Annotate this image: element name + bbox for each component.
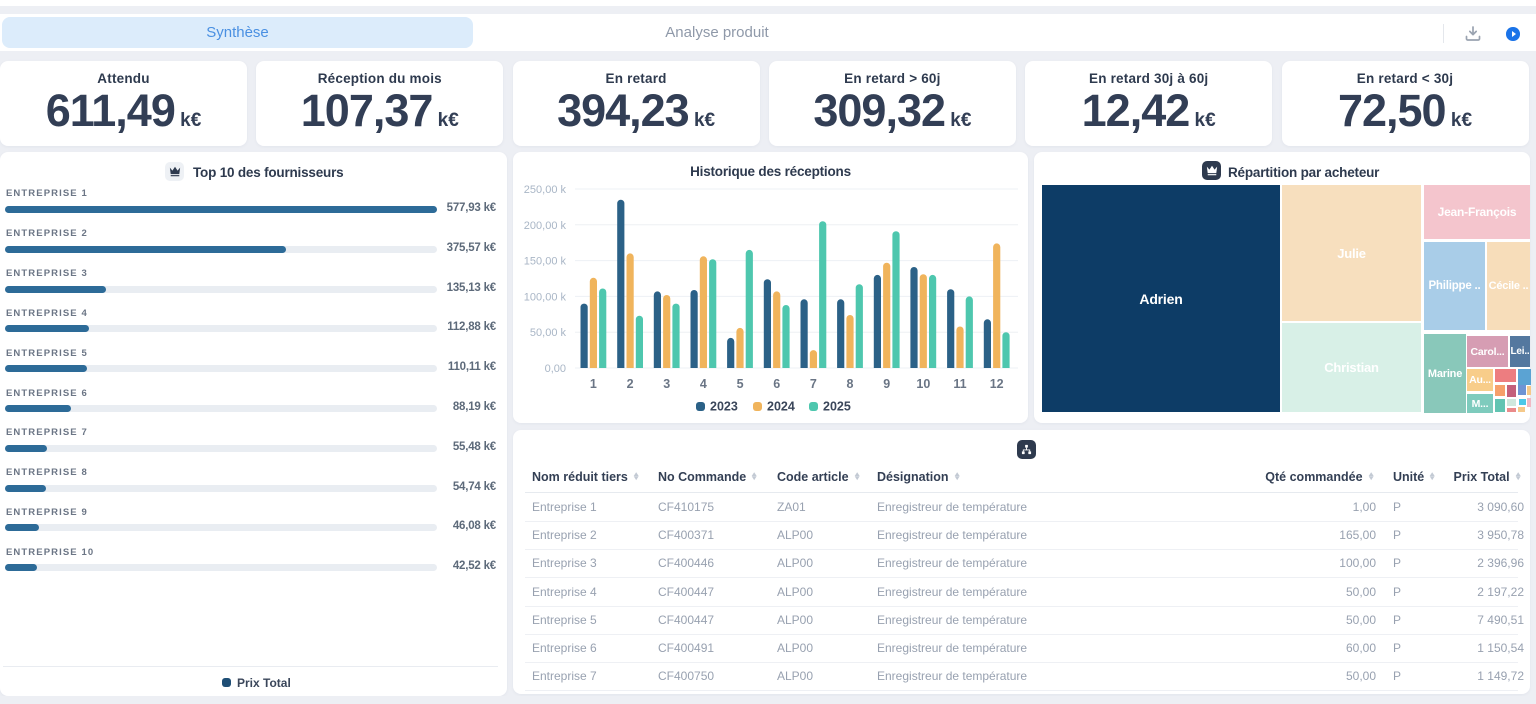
svg-text:0,00: 0,00 xyxy=(545,363,566,375)
svg-text:100,00 k: 100,00 k xyxy=(524,291,567,303)
svg-text:10: 10 xyxy=(916,377,930,391)
svg-text:200,00 k: 200,00 k xyxy=(524,220,567,232)
svg-text:8: 8 xyxy=(847,377,854,391)
svg-text:11: 11 xyxy=(953,377,966,391)
svg-text:2024: 2024 xyxy=(767,400,795,414)
svg-text:250,00 k: 250,00 k xyxy=(524,184,567,196)
svg-text:3: 3 xyxy=(663,377,670,391)
svg-text:7: 7 xyxy=(810,377,817,391)
svg-text:4: 4 xyxy=(700,377,707,391)
svg-text:2023: 2023 xyxy=(710,400,738,414)
svg-text:12: 12 xyxy=(990,377,1004,391)
svg-text:1: 1 xyxy=(590,377,597,391)
svg-text:6: 6 xyxy=(773,377,780,391)
svg-text:5: 5 xyxy=(737,377,744,391)
svg-text:2: 2 xyxy=(627,377,634,391)
svg-text:2025: 2025 xyxy=(823,400,851,414)
svg-text:150,00 k: 150,00 k xyxy=(524,256,567,268)
svg-text:9: 9 xyxy=(883,377,890,391)
svg-text:50,00 k: 50,00 k xyxy=(530,327,567,339)
